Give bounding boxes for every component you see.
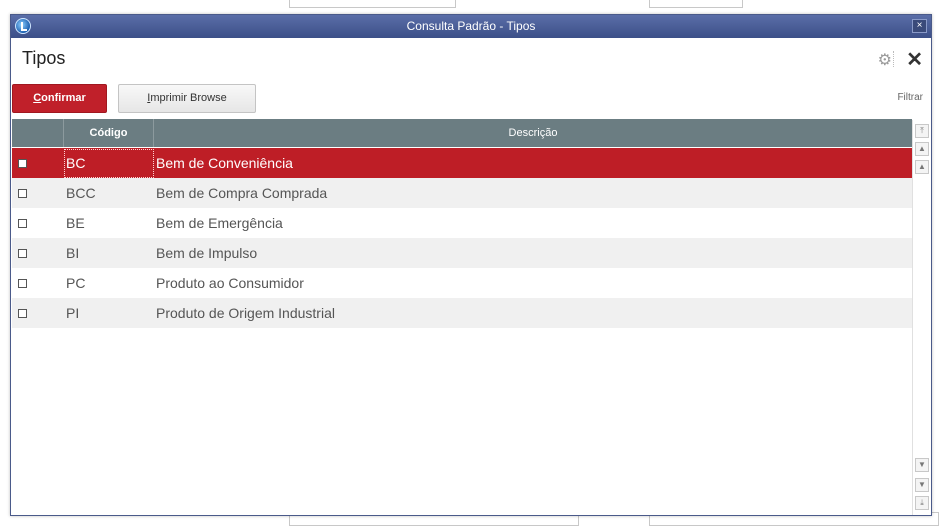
lookup-dialog: Consulta Padrão - Tipos × Tipos ⚙ ✕ Conf… [10, 14, 932, 516]
vertical-scrollbar[interactable]: ⤒ ▲ ▲ ▼ ▼ ⤓ [912, 120, 930, 515]
table-row[interactable]: BCC Bem de Compra Comprada [12, 178, 912, 208]
filter-link[interactable]: Filtrar [897, 92, 923, 103]
row-checkbox[interactable] [18, 309, 27, 318]
print-browse-button[interactable]: Imprimir Browse [118, 84, 256, 113]
page-title: Tipos [22, 48, 66, 68]
row-checkbox[interactable] [18, 249, 27, 258]
row-code: BE [66, 215, 85, 231]
row-description: Bem de Conveniência [156, 155, 293, 171]
scroll-top-icon[interactable]: ⤒ [915, 124, 929, 138]
table-row[interactable]: PI Produto de Origem Industrial [12, 298, 912, 328]
row-description: Produto ao Consumidor [156, 275, 304, 291]
scroll-bottom-icon[interactable]: ⤓ [915, 496, 929, 510]
column-header-description[interactable]: Descrição [154, 119, 912, 147]
column-header-code[interactable]: Código [64, 119, 154, 147]
scroll-page-up-icon[interactable]: ▲ [915, 142, 929, 156]
row-code: PC [66, 275, 86, 291]
column-header-select[interactable] [12, 119, 64, 147]
row-checkbox[interactable] [18, 279, 27, 288]
titlebar-close-icon[interactable]: × [912, 19, 927, 33]
table-row[interactable]: PC Produto ao Consumidor [12, 268, 912, 298]
table-row[interactable]: BC Bem de Conveniência [12, 148, 912, 178]
header-divider [893, 51, 895, 67]
grid-header: Código Descrição [12, 119, 912, 147]
background-field [289, 0, 456, 8]
scroll-down-icon[interactable]: ▼ [915, 458, 929, 472]
dialog-title: Consulta Padrão - Tipos [406, 19, 536, 33]
gear-icon[interactable]: ⚙ [878, 50, 892, 70]
confirm-mnemonic: C [33, 92, 42, 104]
table-row[interactable]: BI Bem de Impulso [12, 238, 912, 268]
close-icon[interactable]: ✕ [906, 47, 923, 72]
row-code: BC [66, 155, 86, 171]
results-grid: Código Descrição BC Bem de Conveniência … [12, 119, 912, 515]
confirm-label: onfirmar [41, 92, 86, 104]
background-field [649, 0, 743, 8]
print-label: mprimir Browse [150, 92, 227, 104]
scroll-page-down-icon[interactable]: ▼ [915, 478, 929, 492]
row-description: Bem de Compra Comprada [156, 185, 328, 201]
scroll-up-icon[interactable]: ▲ [915, 160, 929, 174]
row-code: BCC [66, 185, 96, 201]
table-row[interactable]: BE Bem de Emergência [12, 208, 912, 238]
dialog-titlebar: Consulta Padrão - Tipos × [11, 15, 931, 38]
row-code: PI [66, 305, 80, 321]
row-description: Bem de Impulso [156, 245, 258, 261]
row-checkbox[interactable] [18, 189, 27, 198]
confirm-button[interactable]: Confirmar [12, 84, 107, 113]
row-checkbox[interactable] [18, 159, 27, 168]
row-description: Bem de Emergência [156, 215, 283, 231]
row-description: Produto de Origem Industrial [156, 305, 335, 321]
app-logo-icon [15, 18, 31, 34]
row-checkbox[interactable] [18, 219, 27, 228]
row-code: BI [66, 245, 80, 261]
